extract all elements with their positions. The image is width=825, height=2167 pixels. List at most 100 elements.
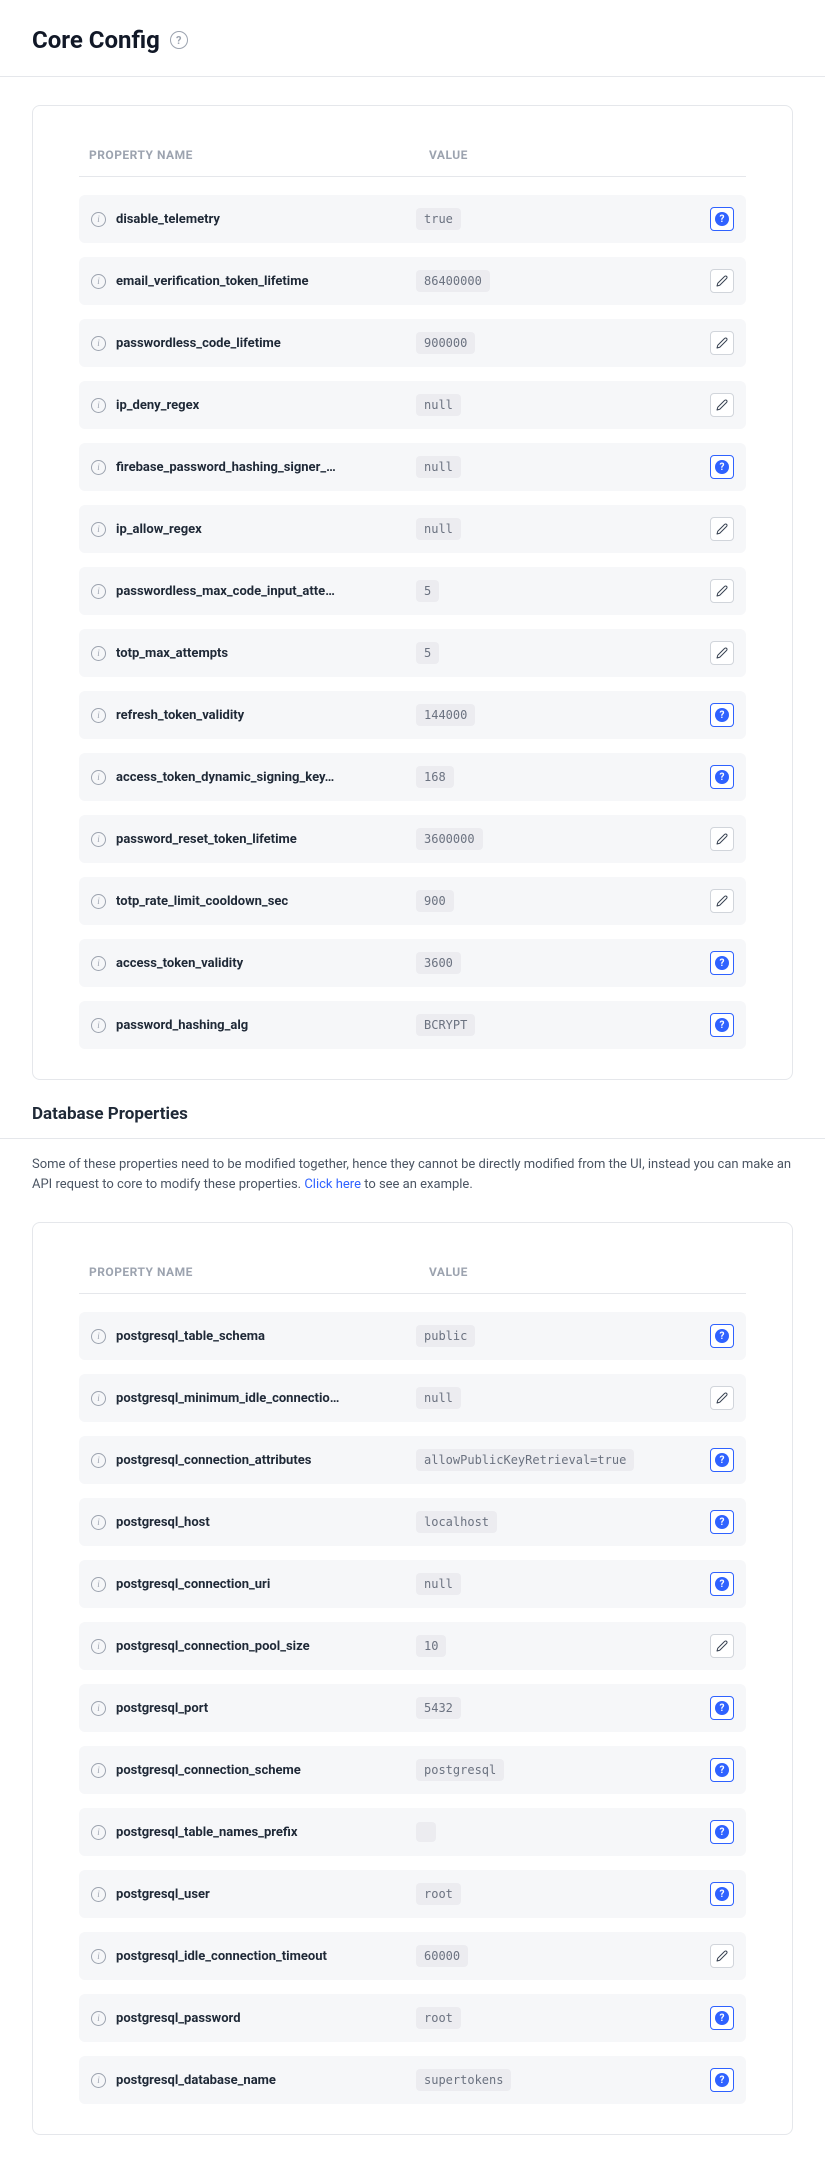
table-row: ipostgresql_database_namesupertokens? xyxy=(79,2056,746,2104)
edit-button[interactable] xyxy=(710,517,734,541)
question-icon: ? xyxy=(715,460,729,474)
property-name: access_token_dynamic_signing_key… xyxy=(116,770,416,785)
property-name: postgresql_table_names_prefix xyxy=(116,1825,416,1840)
question-icon: ? xyxy=(715,1577,729,1591)
table-row: iaccess_token_validity3600? xyxy=(79,939,746,987)
action-cell: ? xyxy=(710,1448,734,1473)
help-button[interactable]: ? xyxy=(710,1324,734,1348)
info-icon[interactable]: i xyxy=(91,1763,106,1778)
pencil-icon xyxy=(716,647,728,659)
info-icon[interactable]: i xyxy=(91,1453,106,1468)
info-icon[interactable]: i xyxy=(91,708,106,723)
pencil-icon xyxy=(716,1392,728,1404)
help-button[interactable]: ? xyxy=(710,1572,734,1596)
edit-button[interactable] xyxy=(710,641,734,665)
action-cell xyxy=(710,1386,734,1410)
edit-button[interactable] xyxy=(710,1386,734,1410)
help-button[interactable]: ? xyxy=(710,1013,734,1037)
help-button[interactable]: ? xyxy=(710,2006,734,2030)
table-header: PROPERTY NAME VALUE xyxy=(79,140,746,177)
action-cell: ? xyxy=(710,1882,734,1907)
help-button[interactable]: ? xyxy=(710,2068,734,2092)
info-icon[interactable]: i xyxy=(91,336,106,351)
action-cell: ? xyxy=(710,1013,734,1038)
help-button[interactable]: ? xyxy=(710,1820,734,1844)
property-name: postgresql_host xyxy=(116,1515,416,1530)
edit-button[interactable] xyxy=(710,1944,734,1968)
info-icon[interactable]: i xyxy=(91,1825,106,1840)
property-name: postgresql_connection_scheme xyxy=(116,1763,416,1778)
info-icon[interactable]: i xyxy=(91,894,106,909)
property-value: null xyxy=(416,456,461,478)
info-icon[interactable]: i xyxy=(91,212,106,227)
action-cell: ? xyxy=(710,1510,734,1535)
help-button[interactable]: ? xyxy=(710,1758,734,1782)
property-value: 3600000 xyxy=(416,828,483,850)
edit-button[interactable] xyxy=(710,889,734,913)
example-link[interactable]: Click here xyxy=(304,1177,361,1192)
action-cell: ? xyxy=(710,1696,734,1721)
property-name: postgresql_idle_connection_timeout xyxy=(116,1949,416,1964)
desc-text-post: to see an example. xyxy=(361,1177,473,1192)
info-icon[interactable]: i xyxy=(91,1515,106,1530)
question-icon: ? xyxy=(715,1887,729,1901)
info-icon[interactable]: i xyxy=(91,770,106,785)
property-name: postgresql_connection_attributes xyxy=(116,1453,416,1468)
help-button[interactable]: ? xyxy=(710,455,734,479)
edit-button[interactable] xyxy=(710,827,734,851)
table-row: ipostgresql_connection_schemepostgresql? xyxy=(79,1746,746,1794)
table-row: idisable_telemetrytrue? xyxy=(79,195,746,243)
column-header-value: VALUE xyxy=(429,1265,736,1279)
help-icon[interactable]: ? xyxy=(170,31,188,49)
edit-button[interactable] xyxy=(710,579,734,603)
help-button[interactable]: ? xyxy=(710,703,734,727)
action-cell: ? xyxy=(710,1572,734,1597)
info-icon[interactable]: i xyxy=(91,274,106,289)
table-row: i postgresql_table_names_prefix? xyxy=(79,1808,746,1856)
property-name: postgresql_user xyxy=(116,1887,416,1902)
property-name: ip_allow_regex xyxy=(116,522,416,537)
info-icon[interactable]: i xyxy=(91,2073,106,2088)
action-cell xyxy=(710,1634,734,1658)
info-icon[interactable]: i xyxy=(91,1018,106,1033)
info-icon[interactable]: i xyxy=(91,1701,106,1716)
property-value: 900000 xyxy=(416,332,475,354)
property-value: 900 xyxy=(416,890,454,912)
info-icon[interactable]: i xyxy=(91,1639,106,1654)
question-icon: ? xyxy=(715,1453,729,1467)
info-icon[interactable]: i xyxy=(91,1887,106,1902)
table-row: iemail_verification_token_lifetime864000… xyxy=(79,257,746,305)
help-button[interactable]: ? xyxy=(710,207,734,231)
help-button[interactable]: ? xyxy=(710,951,734,975)
property-value-cell: 86400000 xyxy=(416,270,710,292)
table-row: ipostgresql_connection_urinull? xyxy=(79,1560,746,1608)
info-icon[interactable]: i xyxy=(91,460,106,475)
property-value-cell: null xyxy=(416,394,710,416)
info-icon[interactable]: i xyxy=(91,398,106,413)
property-value: 168 xyxy=(416,766,454,788)
property-value: null xyxy=(416,1573,461,1595)
help-button[interactable]: ? xyxy=(710,765,734,789)
info-icon[interactable]: i xyxy=(91,2011,106,2026)
info-icon[interactable]: i xyxy=(91,1391,106,1406)
edit-button[interactable] xyxy=(710,393,734,417)
help-button[interactable]: ? xyxy=(710,1882,734,1906)
info-icon[interactable]: i xyxy=(91,646,106,661)
help-button[interactable]: ? xyxy=(710,1448,734,1472)
db-config-section: PROPERTY NAME VALUE ipostgresql_table_sc… xyxy=(0,1194,825,2145)
help-button[interactable]: ? xyxy=(710,1510,734,1534)
question-icon: ? xyxy=(715,708,729,722)
property-name: postgresql_password xyxy=(116,2011,416,2026)
info-icon[interactable]: i xyxy=(91,1577,106,1592)
info-icon[interactable]: i xyxy=(91,832,106,847)
db-section-title: Database Properties xyxy=(0,1104,825,1124)
info-icon[interactable]: i xyxy=(91,1329,106,1344)
info-icon[interactable]: i xyxy=(91,522,106,537)
edit-button[interactable] xyxy=(710,1634,734,1658)
help-button[interactable]: ? xyxy=(710,1696,734,1720)
info-icon[interactable]: i xyxy=(91,956,106,971)
edit-button[interactable] xyxy=(710,331,734,355)
info-icon[interactable]: i xyxy=(91,584,106,599)
info-icon[interactable]: i xyxy=(91,1949,106,1964)
edit-button[interactable] xyxy=(710,269,734,293)
